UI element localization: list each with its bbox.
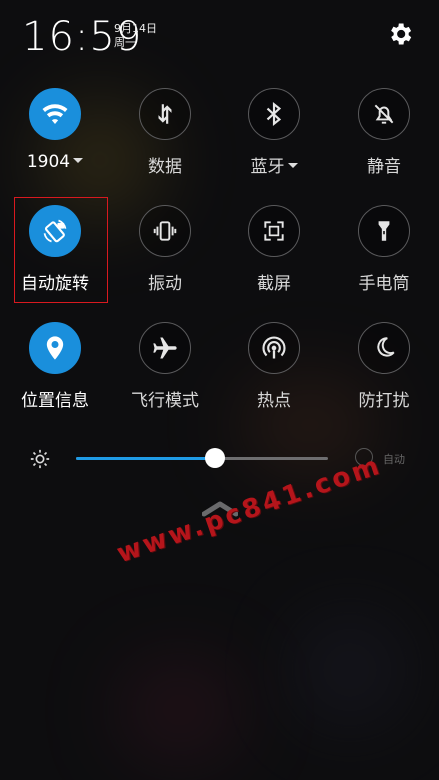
airplane-icon <box>153 337 177 359</box>
tile-data-label: 数据 <box>148 157 182 177</box>
tile-bluetooth-label: 蓝牙 <box>250 157 285 177</box>
airplane-toggle[interactable] <box>139 322 191 374</box>
screenshot-toggle[interactable] <box>248 205 300 257</box>
data-transfer-icon <box>158 104 172 124</box>
background-glow <box>120 660 240 760</box>
tile-dnd-label: 防打扰 <box>358 391 410 411</box>
tile-flashlight[interactable]: 手电筒 <box>338 205 430 294</box>
brightness-fill <box>76 457 215 460</box>
vibrate-icon <box>153 221 177 241</box>
sun-icon <box>30 449 50 469</box>
tile-hotspot-label: 热点 <box>257 391 291 411</box>
wifi-label-row[interactable]: 1904 <box>9 152 101 172</box>
location-toggle[interactable] <box>29 322 81 374</box>
weekday-text: 周一 <box>114 36 136 49</box>
wifi-network-name: 1904 <box>26 152 71 172</box>
tile-location-label: 位置信息 <box>21 391 89 411</box>
brightness-thumb[interactable] <box>204 448 225 468</box>
tile-dnd[interactable]: 防打扰 <box>338 322 430 411</box>
chevron-down-icon[interactable] <box>73 158 84 163</box>
bell-off-icon <box>374 104 394 124</box>
status-bar: 16:59 9月14日 周一 <box>0 0 439 70</box>
auto-brightness-label: 自动 <box>383 453 405 466</box>
tile-wifi[interactable]: 1904 <box>9 88 101 172</box>
screenshot-icon <box>264 221 284 241</box>
tile-vibrate-label: 振动 <box>148 274 182 294</box>
tile-data[interactable]: 数据 <box>119 88 211 177</box>
bluetooth-icon <box>266 101 282 127</box>
chevron-down-icon[interactable] <box>287 163 298 168</box>
tile-mute-label: 静音 <box>367 157 401 177</box>
tile-hotspot[interactable]: 热点 <box>228 322 320 411</box>
tile-bluetooth[interactable]: 蓝牙 <box>228 88 320 177</box>
date-block: 9月14日 周一 <box>114 22 157 50</box>
gear-icon[interactable] <box>386 20 414 48</box>
brightness-slider[interactable] <box>76 448 328 468</box>
date-text: 9月14日 <box>114 22 157 35</box>
vibrate-toggle[interactable] <box>139 205 191 257</box>
bluetooth-label-row[interactable]: 蓝牙 <box>228 152 320 177</box>
tile-location[interactable]: 位置信息 <box>9 322 101 411</box>
wifi-toggle[interactable] <box>29 88 81 140</box>
tile-screenshot[interactable]: 截屏 <box>228 205 320 294</box>
data-toggle[interactable] <box>139 88 191 140</box>
tile-screenshot-label: 截屏 <box>257 274 291 294</box>
moon-icon <box>377 337 395 357</box>
hotspot-icon <box>262 336 286 359</box>
background-glow <box>300 620 400 720</box>
tile-vibrate[interactable]: 振动 <box>119 205 211 294</box>
bluetooth-toggle[interactable] <box>248 88 300 140</box>
selection-highlight-box <box>14 197 108 303</box>
tile-flashlight-label: 手电筒 <box>358 274 410 294</box>
tile-airplane[interactable]: 飞行模式 <box>119 322 211 411</box>
tile-airplane-label: 飞行模式 <box>131 391 199 411</box>
hotspot-toggle[interactable] <box>248 322 300 374</box>
mute-toggle[interactable] <box>358 88 410 140</box>
wifi-icon <box>42 104 68 124</box>
flashlight-icon <box>378 221 390 241</box>
location-pin-icon <box>46 336 64 360</box>
dnd-toggle[interactable] <box>358 322 410 374</box>
tile-mute[interactable]: 静音 <box>338 88 430 177</box>
flashlight-toggle[interactable] <box>358 205 410 257</box>
